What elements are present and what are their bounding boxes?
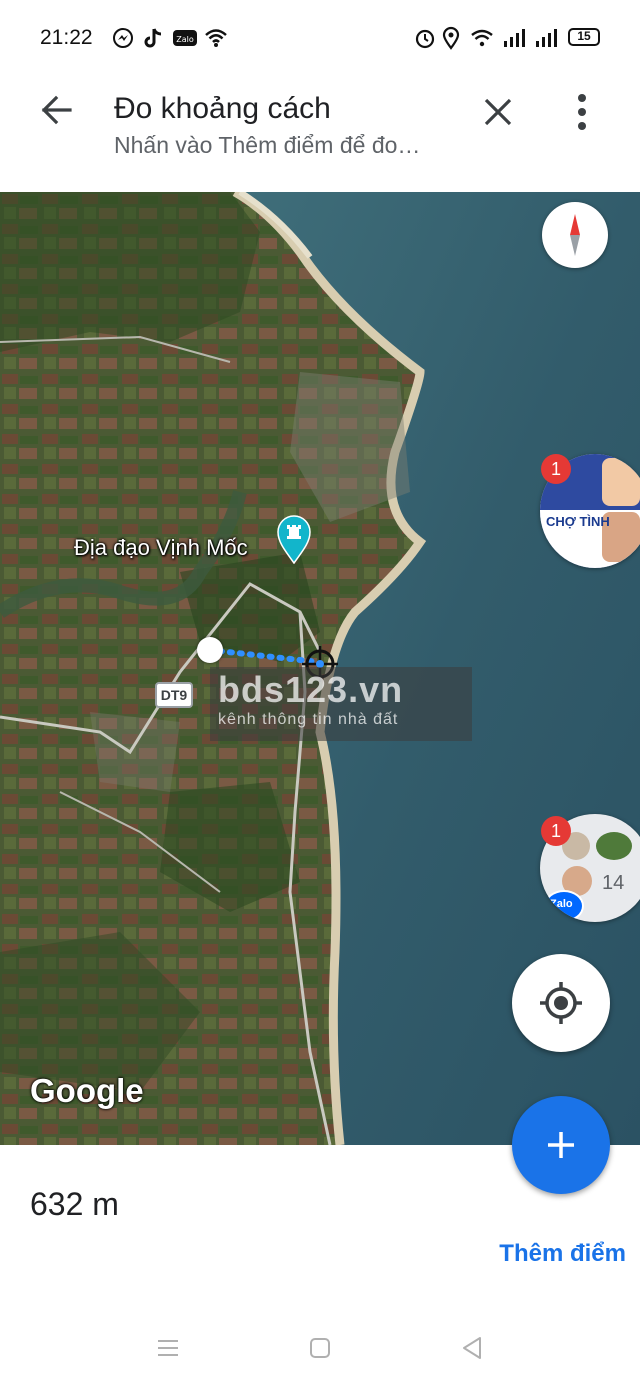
my-location-icon (540, 982, 582, 1024)
signal-1-icon (504, 29, 525, 47)
compass-button[interactable] (542, 202, 608, 268)
watermark: bds123.vn kênh thông tin nhà đất (210, 667, 472, 741)
back-arrow-icon[interactable] (36, 88, 80, 132)
watermark-tagline: kênh thông tin nhà đất (218, 711, 399, 728)
page-title: Đo khoảng cách (114, 92, 331, 125)
compass-icon (570, 214, 580, 256)
chat-head-label: CHỢ TÌNH (546, 514, 610, 529)
zalo-app-badge: Zalo (544, 890, 584, 922)
signal-2-icon (536, 29, 557, 47)
chat-head-count: 14 (602, 872, 625, 894)
watermark-title: bds123.vn (218, 669, 404, 710)
distance-readout: 632 m (30, 1186, 119, 1222)
add-point-button[interactable]: Thêm điểm (499, 1240, 626, 1268)
tiktok-icon (144, 28, 162, 48)
landmark-pin-icon[interactable] (275, 514, 313, 564)
page-subtitle: Nhấn vào Thêm điểm để đo… (114, 132, 421, 158)
satellite-map[interactable]: Địa đạo Vịnh Mốc DT9 bds123.vn kênh thôn… (0, 192, 640, 1145)
back-nav-icon[interactable] (458, 1334, 486, 1362)
zalo-icon: Zalo (173, 30, 197, 46)
add-point-fab[interactable] (512, 1096, 610, 1194)
measure-start-point[interactable] (197, 637, 223, 663)
chat-head-avatar (602, 458, 640, 506)
poi-label[interactable]: Địa đạo Vịnh Mốc (74, 535, 248, 561)
chat-head-avatar (596, 832, 632, 860)
alarm-icon (415, 29, 435, 49)
location-icon (442, 26, 460, 50)
system-nav-bar (0, 1310, 640, 1386)
wifi-signal-icon (471, 29, 493, 47)
zalo-app-label: Zalo (550, 898, 573, 910)
battery-icon: 15 (568, 28, 600, 46)
notification-badge: 1 (541, 454, 571, 484)
battery-level: 15 (577, 29, 591, 43)
notification-badge: 1 (541, 816, 571, 846)
plus-icon (548, 1132, 574, 1158)
status-time: 21:22 (40, 26, 93, 49)
home-icon[interactable] (306, 1334, 334, 1362)
svg-text:Zalo: Zalo (176, 35, 194, 44)
road-label: DT9 (155, 682, 193, 708)
status-bar: 21:22 Zalo 15 (0, 0, 640, 78)
wifi-icon (205, 29, 227, 47)
more-options-icon[interactable] (562, 88, 602, 136)
close-icon[interactable] (474, 88, 522, 136)
recent-apps-icon[interactable] (154, 1334, 182, 1362)
measure-header: Đo khoảng cách Nhấn vào Thêm điểm để đo… (0, 78, 640, 192)
my-location-button[interactable] (512, 954, 610, 1052)
messenger-icon (113, 28, 133, 48)
google-logo: Google (30, 1072, 144, 1109)
